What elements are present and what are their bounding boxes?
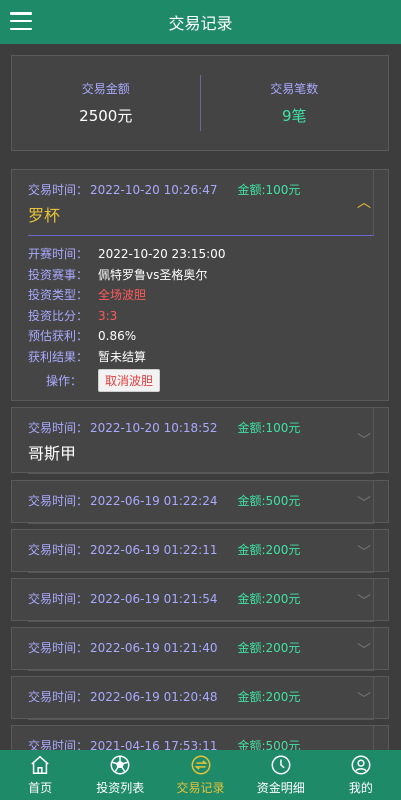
record-card[interactable]: 交易时间： 2021-04-16 17:53:11 金额:500元	[11, 725, 389, 750]
chevron-down-icon[interactable]: ﹀	[357, 591, 371, 611]
chevron-down-icon[interactable]: ﹀	[357, 689, 371, 709]
record-amount: 金额:200元	[237, 543, 301, 557]
chevron-down-icon[interactable]: ﹀	[357, 493, 371, 513]
record-time: 2022-06-19 01:21:54	[90, 591, 218, 606]
summary-panel: 交易金额 2500元 交易笔数 9笔	[11, 55, 389, 151]
tab-label: 首页	[28, 781, 53, 795]
record-time-label: 交易时间：	[28, 739, 89, 750]
cancel-bet-button[interactable]: 取消波胆	[98, 369, 161, 392]
chevron-down-icon[interactable]: ﹀	[357, 640, 371, 660]
tab-fund-details[interactable]: 资金明细	[241, 750, 321, 800]
record-header[interactable]: 交易时间： 2022-10-20 10:18:52 金额:100元 哥斯甲 ﹀	[28, 408, 374, 474]
detail-value: 0.86%	[98, 329, 137, 343]
detail-row-score: 投资比分： 3:3	[28, 306, 388, 327]
record-time: 2021-04-16 17:53:11	[90, 738, 218, 751]
detail-row-type: 投资类型： 全场波胆	[28, 285, 388, 306]
record-team: 罗杯	[28, 206, 61, 225]
operation-label: 操作：	[45, 374, 82, 388]
record-card[interactable]: 交易时间： 2022-10-20 10:18:52 金额:100元 哥斯甲 ﹀	[11, 407, 389, 474]
tab-home[interactable]: 首页	[0, 750, 80, 800]
record-header[interactable]: 交易时间： 2022-06-19 01:22:24 金额:500元 ﹀	[28, 481, 374, 524]
record-amount: 金额:100元	[237, 183, 301, 197]
summary-amount-label: 交易金额	[81, 82, 130, 96]
detail-value: 3:3	[98, 308, 118, 323]
summary-count: 交易笔数 9笔	[201, 80, 389, 126]
record-header[interactable]: 交易时间： 2022-06-19 01:22:11 金额:200元 ﹀	[28, 530, 374, 573]
detail-value: 2022-10-20 23:15:00	[98, 247, 226, 261]
detail-row-start: 开赛时间： 2022-10-20 23:15:00	[28, 244, 388, 265]
tab-label: 我的	[348, 781, 373, 795]
record-team: 哥斯甲	[28, 444, 77, 463]
record-amount: 金额:200元	[237, 690, 301, 704]
record-card[interactable]: 交易时间： 2022-06-19 01:22:11 金额:200元 ﹀	[11, 529, 389, 573]
tab-transactions[interactable]: 交易记录	[160, 750, 240, 800]
detail-row-match: 投资赛事： 佩特罗鲁vs圣格奥尔	[28, 265, 388, 286]
record-amount: 金额:200元	[237, 592, 301, 606]
tab-invest-list[interactable]: 投资列表	[80, 750, 160, 800]
detail-label: 获利结果：	[28, 349, 89, 364]
header-bar: 交易记录	[0, 0, 401, 44]
record-card[interactable]: 交易时间： 2022-06-19 01:21:40 金额:200元 ﹀	[11, 627, 389, 671]
detail-row-operation: 操作： 取消波胆	[28, 369, 388, 392]
detail-value: 暂未结算	[98, 349, 147, 364]
home-icon	[31, 755, 49, 774]
detail-row-profit: 预估获利： 0.86%	[28, 326, 388, 347]
summary-count-label: 交易笔数	[270, 82, 319, 96]
clock-icon	[271, 755, 291, 775]
record-card[interactable]: 交易时间： 2022-06-19 01:20:48 金额:200元 ﹀	[11, 676, 389, 720]
record-card: 交易时间： 2022-10-20 10:26:47 金额:100元 罗杯 ︿ 开…	[11, 169, 389, 401]
detail-value: 全场波胆	[98, 288, 147, 302]
menu-icon[interactable]	[10, 10, 32, 32]
bottom-tab-bar: 首页 投资列表 交易记录 资金明细 我的	[0, 750, 401, 800]
record-details: 开赛时间： 2022-10-20 23:15:00 投资赛事： 佩特罗鲁vs圣格…	[12, 236, 388, 402]
record-time-label: 交易时间：	[28, 641, 89, 655]
record-time-label: 交易时间：	[28, 592, 89, 606]
page-title: 交易记录	[168, 14, 233, 33]
tab-label: 资金明细	[256, 781, 305, 795]
content-area[interactable]: 交易金额 2500元 交易笔数 9笔 交易时间： 2022-10-20 10:2…	[0, 44, 401, 750]
detail-label: 预估获利：	[28, 329, 89, 343]
record-time-label: 交易时间：	[28, 543, 89, 557]
record-time: 2022-06-19 01:22:11	[90, 542, 218, 557]
record-time: 2022-06-19 01:22:24	[90, 493, 218, 508]
tab-label: 投资列表	[96, 781, 145, 795]
chevron-down-icon[interactable]: ﹀	[357, 430, 371, 450]
record-time-label: 交易时间：	[28, 494, 89, 508]
record-header[interactable]: 交易时间： 2021-04-16 17:53:11 金额:500元	[28, 726, 374, 750]
record-time: 2022-10-20 10:18:52	[90, 420, 218, 435]
tab-profile[interactable]: 我的	[321, 750, 401, 800]
detail-label: 投资赛事：	[28, 267, 89, 282]
transfer-icon	[191, 755, 210, 775]
chevron-down-icon[interactable]: ﹀	[357, 542, 371, 562]
chevron-up-icon[interactable]: ︿	[357, 192, 371, 212]
summary-count-value: 9笔	[281, 107, 307, 125]
user-icon	[351, 755, 371, 775]
record-time-label: 交易时间：	[28, 690, 89, 704]
ball-icon	[110, 755, 130, 775]
record-time-label: 交易时间：	[28, 183, 89, 197]
record-header[interactable]: 交易时间： 2022-10-20 10:26:47 金额:100元 罗杯 ︿	[28, 170, 374, 236]
record-time: 2022-06-19 01:20:48	[90, 689, 218, 704]
detail-label: 投资比分：	[28, 308, 89, 323]
record-time-label: 交易时间：	[28, 421, 89, 435]
record-time: 2022-06-19 01:21:40	[90, 640, 218, 655]
detail-value: 佩特罗鲁vs圣格奥尔	[98, 267, 208, 282]
detail-label: 投资类型：	[28, 288, 89, 302]
record-amount: 金额:100元	[237, 421, 301, 435]
record-header[interactable]: 交易时间： 2022-06-19 01:20:48 金额:200元 ﹀	[28, 677, 374, 720]
record-card[interactable]: 交易时间： 2022-06-19 01:22:24 金额:500元 ﹀	[11, 480, 389, 524]
record-card[interactable]: 交易时间： 2022-06-19 01:21:54 金额:200元 ﹀	[11, 578, 389, 622]
record-header[interactable]: 交易时间： 2022-06-19 01:21:54 金额:200元 ﹀	[28, 579, 374, 622]
record-amount: 金额:500元	[237, 494, 301, 508]
summary-amount-value: 2500元	[79, 107, 133, 125]
record-amount: 金额:200元	[237, 641, 301, 655]
summary-amount: 交易金额 2500元	[12, 80, 200, 126]
record-amount: 金额:500元	[237, 739, 301, 750]
record-header[interactable]: 交易时间： 2022-06-19 01:21:40 金额:200元 ﹀	[28, 628, 374, 671]
record-time: 2022-10-20 10:26:47	[90, 182, 218, 197]
tab-label: 交易记录	[176, 781, 225, 795]
detail-label: 开赛时间：	[28, 247, 89, 261]
detail-row-result: 获利结果： 暂未结算	[28, 347, 388, 368]
